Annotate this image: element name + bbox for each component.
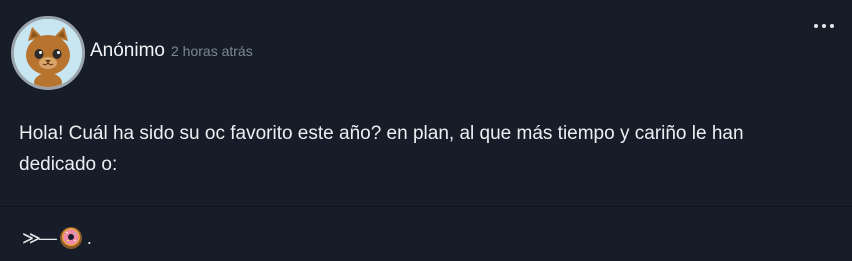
post-content: Hola! Cuál ha sido su oc favorito este a… — [19, 123, 744, 175]
footer-suffix: . — [86, 227, 92, 248]
author-name[interactable]: Anónimo — [90, 40, 165, 62]
post-timestamp: 2 horas atrás — [171, 43, 253, 59]
post-footer: ≫— . — [22, 226, 92, 250]
post-card: Anónimo 2 horas atrás Hola! Cuál ha sido… — [0, 0, 852, 261]
more-dot — [822, 24, 826, 28]
divider — [0, 206, 852, 207]
more-dot — [830, 24, 834, 28]
cat-avatar-icon — [14, 19, 82, 87]
avatar[interactable] — [11, 16, 85, 90]
more-dot — [814, 24, 818, 28]
footer-prefix: ≫— — [22, 227, 57, 248]
donut-icon — [59, 227, 82, 249]
more-options-icon[interactable] — [814, 24, 834, 28]
post-meta: Anónimo 2 horas atrás — [90, 40, 253, 62]
post-header: Anónimo 2 horas atrás — [11, 16, 253, 90]
